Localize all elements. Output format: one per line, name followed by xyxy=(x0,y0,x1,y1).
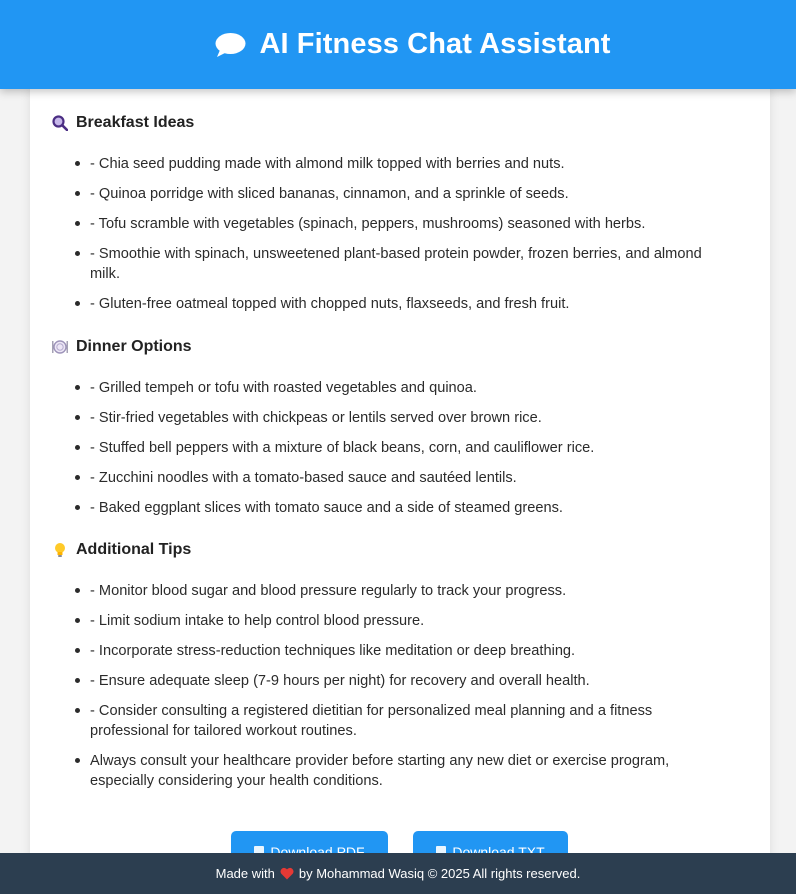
list-item: - Ensure adequate sleep (7-9 hours per n… xyxy=(52,671,730,691)
list-item: - Stir-fried vegetables with chickpeas o… xyxy=(52,408,730,428)
section-heading-tips: Additional Tips xyxy=(52,539,191,561)
chat-bubble-icon xyxy=(215,32,246,58)
list-item: Always consult your healthcare provider … xyxy=(52,751,730,791)
app-header: AI Fitness Chat Assistant xyxy=(0,0,796,89)
footer-credit: by Mohammad Wasiq © 2025 All rights rese… xyxy=(298,866,581,881)
footer-prefix: Made with xyxy=(215,866,275,881)
list-item: - Incorporate stress-reduction technique… xyxy=(52,641,730,661)
list-item: - Consider consulting a registered dieti… xyxy=(52,701,730,741)
list-item: - Zucchini noodles with a tomato-based s… xyxy=(52,468,730,488)
dinner-list: - Grilled tempeh or tofu with roasted ve… xyxy=(52,378,742,528)
list-item: - Monitor blood sugar and blood pressure… xyxy=(52,581,730,601)
list-item: - Chia seed pudding made with almond mil… xyxy=(52,154,730,174)
list-item: - Smoothie with spinach, unsweetened pla… xyxy=(52,244,730,284)
lightbulb-icon xyxy=(52,542,68,558)
list-item: - Grilled tempeh or tofu with roasted ve… xyxy=(52,378,730,398)
list-item: - Limit sodium intake to help control bl… xyxy=(52,611,730,631)
app-title: AI Fitness Chat Assistant xyxy=(259,28,611,60)
list-item: - Quinoa porridge with sliced bananas, c… xyxy=(52,184,730,204)
header-title-group: AI Fitness Chat Assistant xyxy=(215,28,610,61)
list-item: - Stuffed bell peppers with a mixture of… xyxy=(52,438,730,458)
heart-icon xyxy=(280,867,294,880)
section-heading-breakfast: Breakfast Ideas xyxy=(52,112,194,134)
section-heading-dinner: Dinner Options xyxy=(52,336,192,358)
breakfast-list: - Chia seed pudding made with almond mil… xyxy=(52,154,742,324)
list-item: - Tofu scramble with vegetables (spinach… xyxy=(52,214,730,234)
plate-icon xyxy=(52,339,68,355)
section-title: Breakfast Ideas xyxy=(76,114,195,131)
section-title: Dinner Options xyxy=(76,338,192,355)
magnifier-icon xyxy=(52,115,68,131)
page-footer: Made with by Mohammad Wasiq © 2025 All r… xyxy=(0,853,796,894)
tips-list: - Monitor blood sugar and blood pressure… xyxy=(52,581,742,801)
section-title: Additional Tips xyxy=(76,541,192,558)
list-item: - Baked eggplant slices with tomato sauc… xyxy=(52,498,730,518)
list-item: - Gluten-free oatmeal topped with choppe… xyxy=(52,294,730,314)
